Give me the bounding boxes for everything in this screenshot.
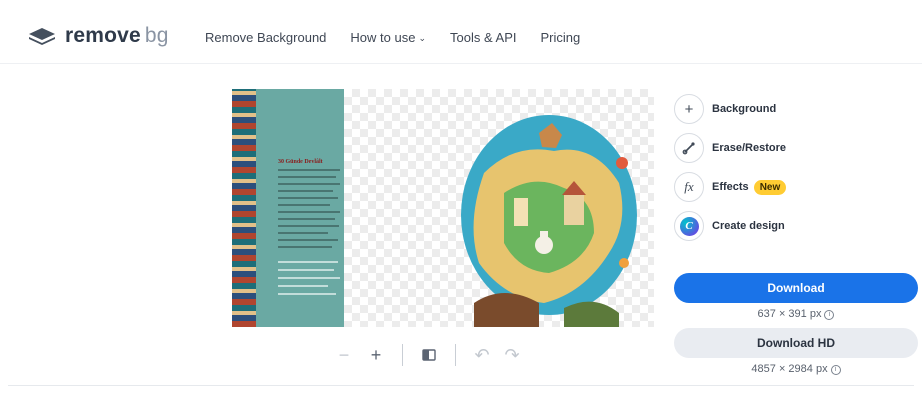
divider	[455, 344, 456, 366]
download-hd-resolution: 4857 × 2984 px i	[674, 363, 918, 376]
chevron-down-icon: ⌄	[418, 33, 426, 43]
canva-icon: C	[674, 211, 704, 241]
removebg-logo[interactable]: remove bg	[27, 24, 169, 48]
nav-label: Tools & API	[450, 30, 517, 45]
tool-erase-restore[interactable]: Erase/Restore	[674, 131, 786, 165]
tool-background[interactable]: + Background	[674, 92, 786, 126]
tool-create-design[interactable]: C Create design	[674, 209, 786, 243]
editor-controls: − + ↶ ↷	[332, 343, 524, 367]
tool-label: Background	[712, 103, 777, 115]
info-icon[interactable]: i	[830, 365, 841, 375]
nav-remove-background[interactable]: Remove Background	[205, 30, 326, 45]
undo-icon[interactable]: ↶	[470, 343, 494, 367]
book-text-lines	[278, 169, 342, 253]
download-button[interactable]: Download	[674, 273, 918, 303]
minus-icon[interactable]: −	[332, 343, 356, 367]
nav-label: Pricing	[540, 30, 581, 45]
edit-tools-panel: + Background Erase/Restore fx Effects Ne…	[674, 92, 787, 248]
download-hd-button[interactable]: Download HD	[674, 328, 918, 358]
logo-wordmark: remove bg	[65, 24, 169, 48]
divider	[402, 344, 403, 366]
fx-icon: fx	[674, 172, 704, 202]
image-preview[interactable]: 30 Günde Devlâlt	[232, 89, 654, 327]
brush-icon	[674, 133, 704, 163]
main-nav: Remove Background How to use ⌄ Tools & A…	[205, 30, 580, 45]
nav-label: Remove Background	[205, 30, 327, 45]
book-footer-lines	[278, 261, 342, 301]
tool-label: Erase/Restore	[712, 142, 786, 154]
nav-how-to-use[interactable]: How to use ⌄	[350, 30, 426, 45]
nav-tools-api[interactable]: Tools & API	[450, 30, 516, 45]
nav-label: How to use	[350, 30, 416, 45]
hd-resolution-text: 4857 × 2984 px	[751, 363, 828, 375]
divider	[8, 385, 914, 386]
nav-pricing[interactable]: Pricing	[540, 30, 580, 45]
resolution-text: 637 × 391 px	[757, 308, 822, 320]
tool-effects[interactable]: fx Effects New	[674, 170, 787, 204]
stacked-layers-icon	[29, 28, 55, 45]
info-icon[interactable]: i	[824, 310, 835, 320]
world-globe-illustration	[461, 115, 637, 327]
new-badge: New	[753, 179, 787, 195]
redo-icon[interactable]: ↷	[500, 343, 524, 367]
top-header: remove bg Remove Background How to use ⌄ …	[0, 0, 922, 64]
tool-label: Create design	[712, 220, 785, 232]
download-resolution: 637 × 391 px i	[674, 308, 918, 321]
compare-icon[interactable]	[417, 343, 441, 367]
book-cover-remnant: 30 Günde Devlâlt	[232, 89, 344, 327]
plus-icon[interactable]: +	[364, 343, 388, 367]
book-ornament-strip	[232, 89, 256, 327]
logo-text-light: bg	[144, 24, 169, 47]
book-title: 30 Günde Devlâlt	[278, 159, 323, 165]
plus-icon: +	[674, 94, 704, 124]
logo-text-bold: remove	[65, 24, 141, 47]
tool-label: Effects	[712, 181, 749, 193]
